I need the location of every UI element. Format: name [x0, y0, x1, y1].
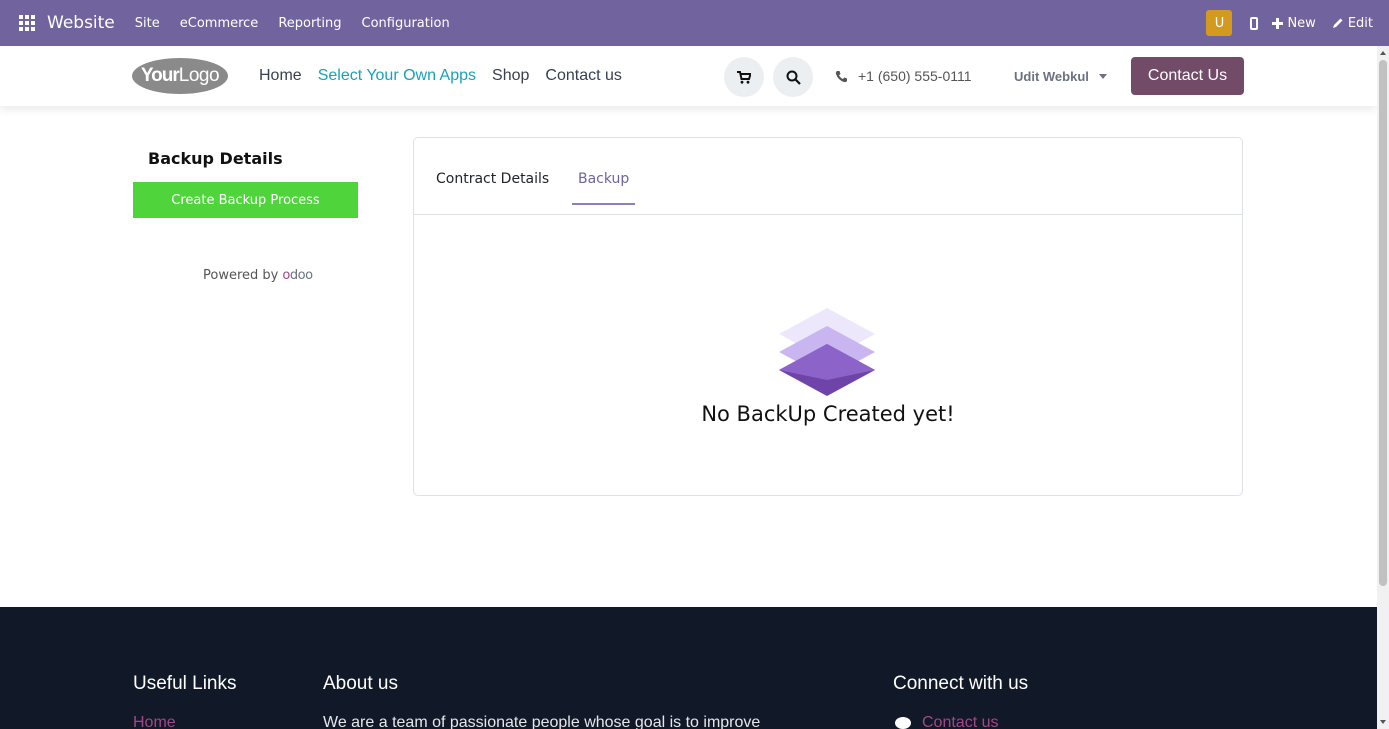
- phone-number: +1 (650) 555-0111: [858, 68, 972, 84]
- page-scrollbar[interactable]: [1377, 46, 1389, 729]
- footer-about-heading: About us: [323, 673, 398, 694]
- footer-home-link[interactable]: Home: [133, 714, 176, 729]
- active-tab-indicator: [572, 203, 635, 205]
- scroll-up-arrow-icon[interactable]: [1380, 51, 1386, 55]
- logo-bold: Your: [140, 65, 180, 86]
- apps-grid-icon[interactable]: [19, 15, 35, 31]
- new-button[interactable]: New: [1272, 15, 1316, 31]
- phone-info[interactable]: +1 (650) 555-0111: [835, 46, 972, 106]
- nav-select-apps[interactable]: Select Your Own Apps: [318, 67, 476, 85]
- powered-by: Powered by odoo: [203, 268, 313, 283]
- layers-icon: [779, 308, 875, 396]
- tab-contract-details[interactable]: Contract Details: [436, 171, 549, 187]
- website-header: Your Logo Home Select Your Own Apps Shop …: [0, 46, 1377, 106]
- tab-backup[interactable]: Backup: [578, 171, 629, 187]
- empty-state-message: No BackUp Created yet!: [701, 402, 955, 426]
- cart-button[interactable]: [724, 57, 764, 97]
- phone-icon: [835, 70, 847, 82]
- nav-shop[interactable]: Shop: [492, 67, 529, 85]
- backup-details-title: Backup Details: [148, 149, 283, 168]
- admin-menu: Site eCommerce Reporting Configuration: [135, 16, 450, 31]
- plus-icon: [1272, 17, 1284, 29]
- admin-menu-ecommerce[interactable]: eCommerce: [180, 16, 259, 31]
- admin-menu-configuration[interactable]: Configuration: [362, 16, 450, 31]
- site-footer: Useful Links About us Connect with us Ho…: [0, 607, 1377, 729]
- footer-connect-heading: Connect with us: [893, 673, 1029, 694]
- comment-icon: [895, 717, 911, 729]
- admin-brand[interactable]: Website: [47, 13, 115, 33]
- contact-us-button[interactable]: Contact Us: [1131, 57, 1244, 95]
- footer-about-text: We are a team of passionate people whose…: [323, 714, 761, 729]
- scroll-down-arrow-icon[interactable]: [1380, 720, 1386, 724]
- nav-home[interactable]: Home: [259, 67, 302, 85]
- cart-icon: [737, 70, 751, 84]
- powered-by-label: Powered by: [203, 268, 279, 283]
- odoo-logo[interactable]: odoo: [282, 268, 313, 283]
- user-avatar[interactable]: U: [1206, 10, 1233, 36]
- search-button[interactable]: [773, 57, 813, 97]
- footer-contact-link[interactable]: Contact us: [922, 714, 998, 729]
- logo-light: Logo: [178, 65, 220, 86]
- admin-menu-reporting[interactable]: Reporting: [278, 16, 341, 31]
- user-dropdown[interactable]: Udit Webkul: [1014, 46, 1107, 106]
- new-button-label: New: [1287, 15, 1316, 31]
- admin-actions: U New Edit: [1206, 0, 1389, 46]
- edit-button-label: Edit: [1347, 15, 1373, 31]
- admin-navbar: Website Site eCommerce Reporting Configu…: [0, 0, 1389, 46]
- caret-down-icon: [1098, 73, 1107, 79]
- scrollbar-thumb[interactable]: [1379, 60, 1387, 586]
- main-nav: Home Select Your Own Apps Shop Contact u…: [259, 46, 622, 106]
- search-icon: [786, 70, 801, 85]
- create-backup-button[interactable]: Create Backup Process: [133, 182, 358, 218]
- nav-contact[interactable]: Contact us: [545, 67, 621, 85]
- edit-button[interactable]: Edit: [1332, 16, 1373, 31]
- user-name: Udit Webkul: [1014, 68, 1089, 84]
- site-logo[interactable]: Your Logo: [132, 58, 228, 94]
- card-tabs: Contract Details Backup: [414, 138, 1242, 215]
- backup-card: Contract Details Backup No BackUp Create…: [413, 137, 1243, 496]
- mobile-preview-icon[interactable]: [1250, 16, 1259, 30]
- admin-menu-site[interactable]: Site: [135, 16, 160, 31]
- footer-useful-links-heading: Useful Links: [133, 673, 237, 694]
- pencil-icon: [1332, 18, 1343, 28]
